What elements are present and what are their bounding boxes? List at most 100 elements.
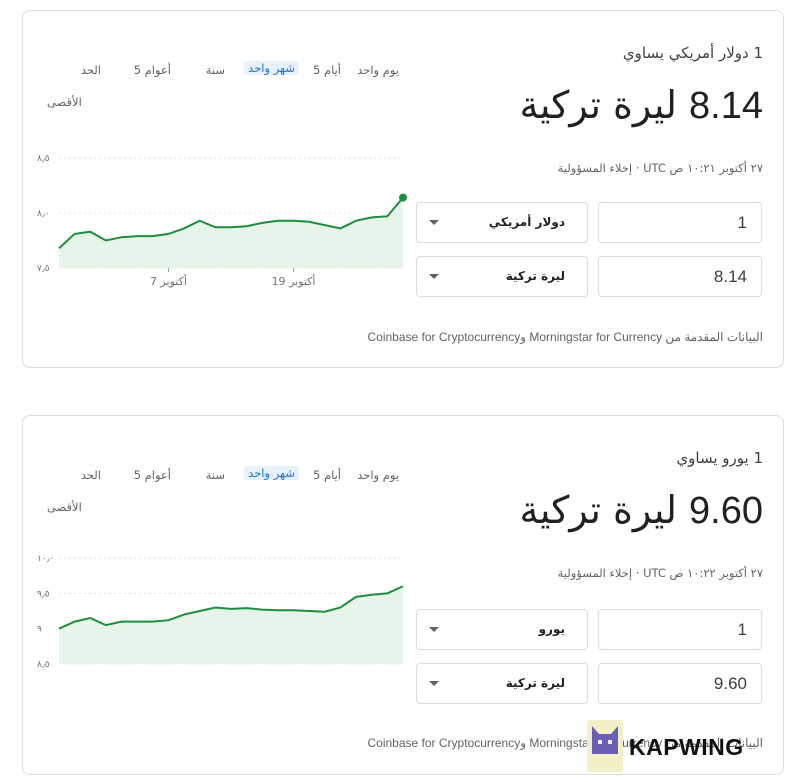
tab-1-year[interactable]: سنة xyxy=(206,63,225,77)
result-number: 8.14 xyxy=(689,85,763,127)
data-point[interactable] xyxy=(338,226,342,230)
currency-converter-card-usd: 1 دولار أمريكي يساوي 8.14 ليرة تركية ٢٧ … xyxy=(22,10,784,368)
tab-1-day[interactable]: يوم واحد xyxy=(357,63,399,77)
data-point[interactable] xyxy=(385,591,389,595)
tab-1-day[interactable]: يوم واحد xyxy=(357,468,399,482)
data-point[interactable] xyxy=(245,224,249,228)
converted-result: 8.14 ليرة تركية xyxy=(519,83,763,128)
data-point[interactable] xyxy=(166,232,170,236)
tab-5-years[interactable]: 5 أعوام xyxy=(134,63,171,77)
exchange-rate-chart[interactable]: ١٠٫٠ ٩٫٥ ٩ ٨٫٥ xyxy=(37,546,407,676)
tab-max-second-line: الأقصى xyxy=(47,95,82,109)
to-currency-label: ليرة تركية xyxy=(505,269,565,283)
data-point[interactable] xyxy=(354,219,358,223)
from-currency-select[interactable]: يورو xyxy=(416,609,588,650)
data-point[interactable] xyxy=(213,225,217,229)
y-tick-label: ٨٫٠ xyxy=(37,209,50,219)
data-point[interactable] xyxy=(198,219,202,223)
tab-1-year[interactable]: سنة xyxy=(206,468,225,482)
data-point[interactable] xyxy=(229,225,233,229)
y-tick-label: ٩ xyxy=(37,625,42,635)
data-point[interactable] xyxy=(120,235,124,239)
data-point[interactable] xyxy=(104,239,108,243)
dropdown-arrow-icon xyxy=(429,274,439,279)
data-point[interactable] xyxy=(151,234,155,238)
tab-5-days[interactable]: 5 أيام xyxy=(313,468,341,482)
timestamp-disclaimer[interactable]: ٢٧ أكتوبر ١٠:٢١ ص UTC · إخلاء المسؤولية xyxy=(558,161,763,175)
data-attribution: البيانات المقدمة من Morningstar for Curr… xyxy=(367,330,764,344)
data-point[interactable] xyxy=(182,226,186,230)
tab-5-days[interactable]: 5 أيام xyxy=(313,63,341,77)
data-point[interactable] xyxy=(229,607,233,611)
dropdown-arrow-icon xyxy=(429,681,439,686)
data-point[interactable] xyxy=(307,220,311,224)
x-tick-label: 19 أكتوبر xyxy=(272,274,316,288)
data-point[interactable] xyxy=(338,605,342,609)
data-point[interactable] xyxy=(135,234,139,238)
data-point[interactable] xyxy=(385,214,389,218)
equals-label: 1 يورو يساوي xyxy=(676,449,763,467)
x-tick-label: 7 أكتوبر xyxy=(150,274,187,288)
y-tick-label: ٧٫٥ xyxy=(37,264,50,274)
data-point[interactable] xyxy=(276,608,280,612)
y-tick-label: ٨٫٥ xyxy=(37,154,50,164)
data-point[interactable] xyxy=(370,593,374,597)
from-currency-select[interactable]: دولار أمريكي xyxy=(416,202,588,243)
data-point[interactable] xyxy=(213,605,217,609)
data-point[interactable] xyxy=(276,219,280,223)
data-point[interactable] xyxy=(57,246,61,250)
data-point[interactable] xyxy=(260,608,264,612)
tab-max[interactable]: الحد xyxy=(81,63,101,77)
to-amount-input[interactable]: 8.14 xyxy=(598,256,762,297)
area-fill xyxy=(59,197,403,268)
kapwing-logo-icon xyxy=(587,720,623,772)
data-point[interactable] xyxy=(104,623,108,627)
data-point[interactable] xyxy=(401,584,405,588)
area-fill xyxy=(59,586,403,664)
to-currency-select[interactable]: ليرة تركية xyxy=(416,663,588,704)
to-amount-input[interactable]: 9.60 xyxy=(598,663,762,704)
timestamp-disclaimer[interactable]: ٢٧ أكتوبر ١٠:٢٢ ص UTC · إخلاء المسؤولية xyxy=(558,566,763,580)
from-currency-label: يورو xyxy=(538,622,565,636)
from-amount-input[interactable]: 1 xyxy=(598,202,762,243)
data-point[interactable] xyxy=(151,620,155,624)
dropdown-arrow-icon xyxy=(429,627,439,632)
data-point[interactable] xyxy=(370,215,374,219)
to-currency-label: ليرة تركية xyxy=(505,676,565,690)
data-point[interactable] xyxy=(73,232,77,236)
data-point[interactable] xyxy=(198,609,202,613)
tab-1-month[interactable]: شهر واحد xyxy=(244,61,299,75)
data-point[interactable] xyxy=(135,620,139,624)
to-currency-select[interactable]: ليرة تركية xyxy=(416,256,588,297)
data-point[interactable] xyxy=(57,627,61,631)
tab-max[interactable]: الحد xyxy=(81,468,101,482)
tab-max-second-line: الأقصى xyxy=(47,500,82,514)
data-point[interactable] xyxy=(73,620,77,624)
kapwing-watermark: KAPWING xyxy=(587,720,787,778)
data-point[interactable] xyxy=(354,595,358,599)
data-point[interactable] xyxy=(292,219,296,223)
data-point[interactable] xyxy=(166,618,170,622)
exchange-rate-chart[interactable]: ٨٫٥ ٨٫٠ ٧٫٥ 7 أكتوبر 19 أكتوبر xyxy=(37,146,407,296)
chart-range-tabs: يوم واحد 5 أيام شهر واحد سنة 5 أعوام الح… xyxy=(47,466,399,488)
data-point[interactable] xyxy=(182,613,186,617)
dropdown-arrow-icon xyxy=(429,220,439,225)
y-tick-label: ١٠٫٠ xyxy=(37,554,54,564)
data-point[interactable] xyxy=(88,230,92,234)
data-point[interactable] xyxy=(245,606,249,610)
tab-1-month[interactable]: شهر واحد xyxy=(244,466,299,480)
data-point[interactable] xyxy=(260,221,264,225)
data-point[interactable] xyxy=(292,608,296,612)
data-point[interactable] xyxy=(323,223,327,227)
result-number: 9.60 xyxy=(689,490,763,532)
tab-5-years[interactable]: 5 أعوام xyxy=(134,468,171,482)
converted-result: 9.60 ليرة تركية xyxy=(519,488,763,533)
current-value-marker xyxy=(399,193,407,202)
data-point[interactable] xyxy=(323,610,327,614)
data-point[interactable] xyxy=(307,609,311,613)
from-amount-input[interactable]: 1 xyxy=(598,609,762,650)
data-point[interactable] xyxy=(88,616,92,620)
from-currency-label: دولار أمريكي xyxy=(488,215,565,229)
y-tick-label: ٨٫٥ xyxy=(37,660,50,670)
data-point[interactable] xyxy=(120,620,124,624)
